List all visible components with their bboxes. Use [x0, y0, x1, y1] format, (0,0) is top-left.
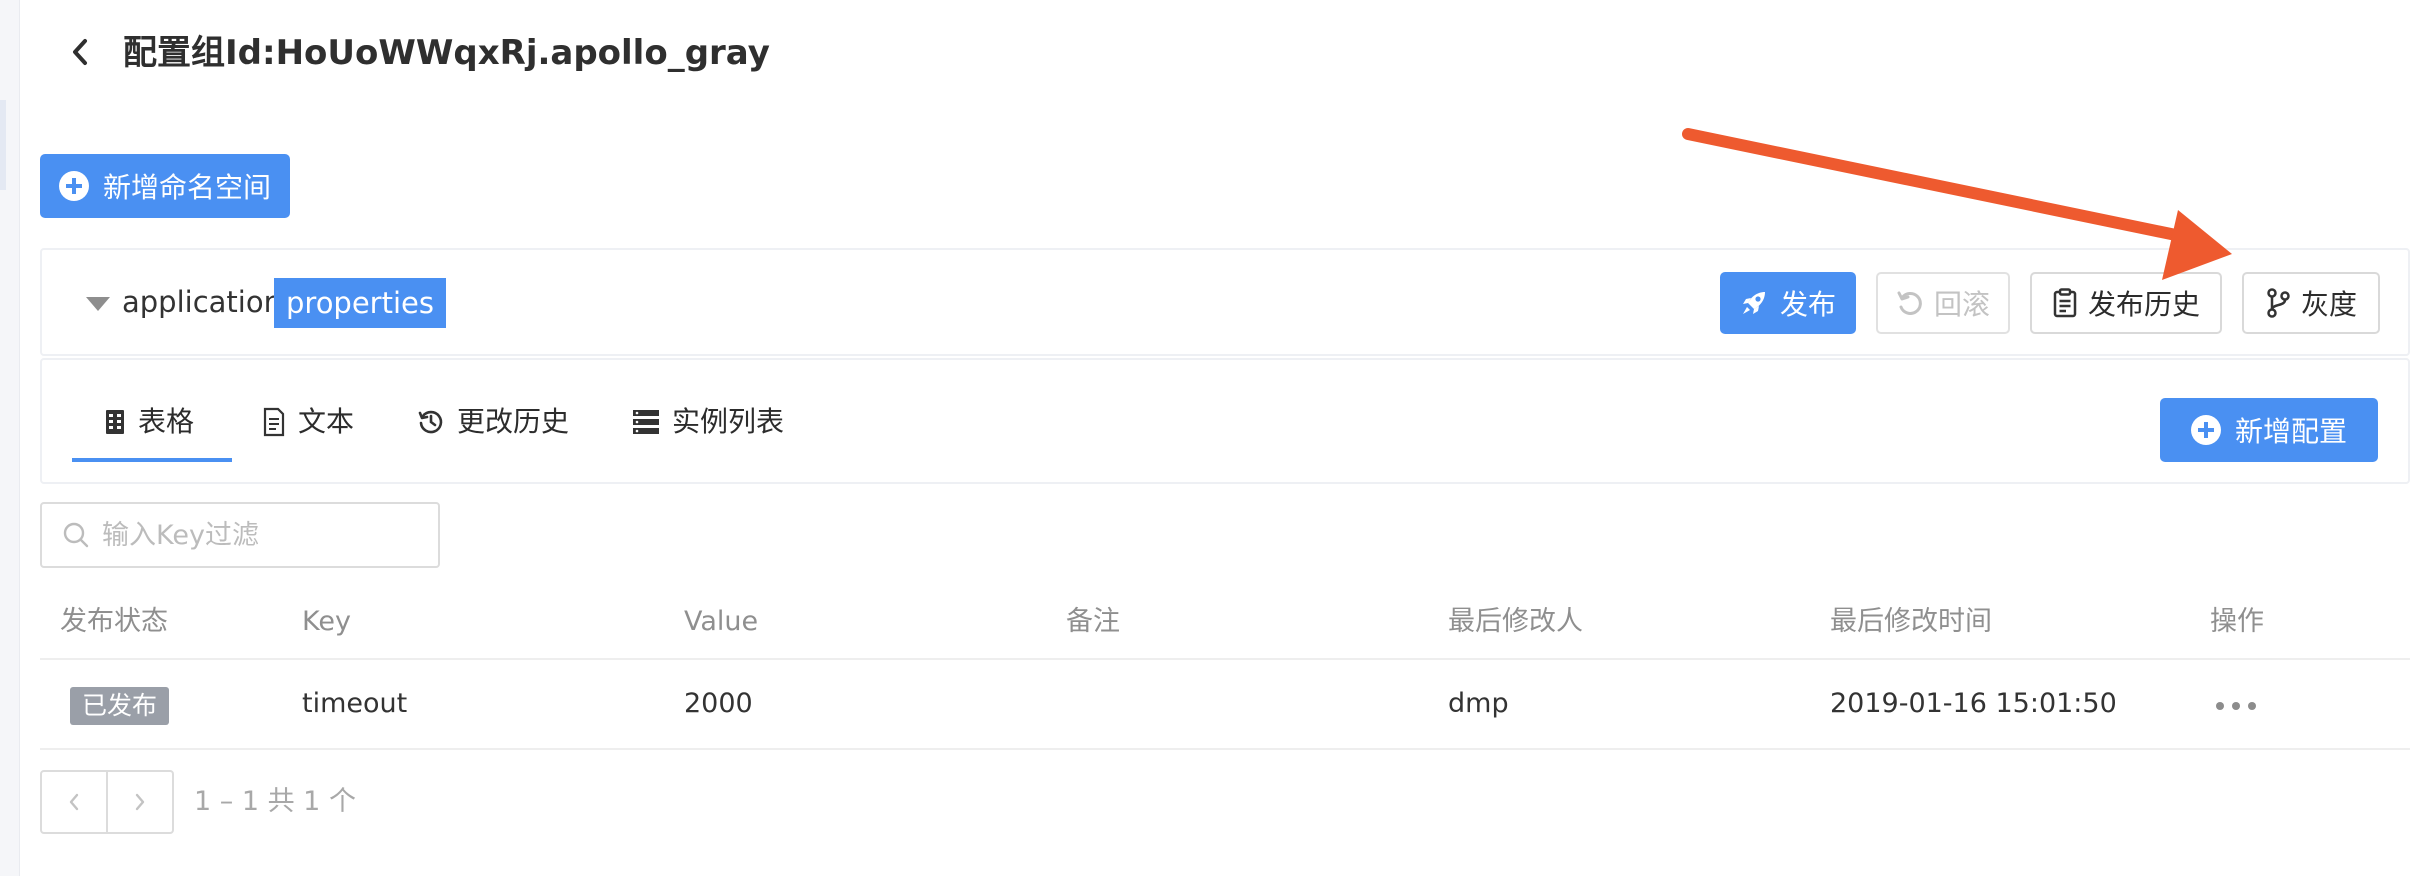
tab-change-history[interactable]: 更改历史	[417, 400, 569, 444]
rollback-label: 回滚	[1933, 288, 1990, 321]
namespace-tabs-panel: 表格 文本 更改历史 实例列表 新增配置	[40, 358, 2410, 484]
table-divider	[40, 658, 2410, 660]
sidebar-edge-indicator	[0, 100, 6, 190]
page-title: 配置组Id:HoUoWWqxRj.apollo_gray	[123, 33, 770, 73]
publish-history-button[interactable]: 发布历史	[2030, 272, 2222, 334]
add-namespace-button[interactable]: 新增命名空间	[40, 154, 290, 218]
server-list-icon	[633, 410, 659, 434]
namespace-name: application	[122, 285, 282, 319]
column-header-comment: 备注	[1066, 606, 1120, 637]
column-header-key: Key	[302, 606, 351, 637]
namespace-header-panel: application properties 发布 回滚 发布历史 灰度	[40, 248, 2410, 356]
active-tab-indicator	[72, 458, 232, 462]
search-icon	[63, 522, 89, 548]
rocket-icon	[1742, 292, 1765, 314]
gray-release-label: 灰度	[2300, 288, 2357, 321]
column-header-operations: 操作	[2210, 606, 2264, 637]
key-filter-search	[40, 502, 440, 568]
gray-release-button[interactable]: 灰度	[2242, 272, 2380, 334]
more-actions-icon[interactable]	[2216, 696, 2256, 716]
rollback-button[interactable]: 回滚	[1876, 272, 2010, 334]
tab-instance-list[interactable]: 实例列表	[632, 400, 784, 444]
chevron-right-icon	[135, 793, 145, 811]
publish-button[interactable]: 发布	[1720, 272, 1856, 334]
chevron-left-icon	[73, 39, 87, 65]
publish-label: 发布	[1779, 288, 1836, 321]
column-header-modified-time: 最后修改时间	[1830, 606, 1992, 637]
table-divider	[40, 748, 2410, 750]
key-filter-input[interactable]	[102, 519, 422, 551]
tab-text-label: 文本	[298, 405, 355, 438]
status-badge: 已发布	[70, 687, 170, 725]
tab-text[interactable]: 文本	[262, 400, 354, 444]
document-icon	[263, 407, 285, 437]
back-button[interactable]	[62, 30, 98, 74]
cell-modified-time: 2019-01-16 15:01:50	[1830, 688, 2117, 719]
table-icon	[106, 410, 124, 434]
chevron-left-icon	[69, 793, 79, 811]
column-header-modifier: 最后修改人	[1448, 606, 1583, 637]
add-namespace-label: 新增命名空间	[102, 171, 271, 204]
plus-circle-icon	[58, 171, 89, 201]
caret-down-icon[interactable]	[86, 297, 110, 311]
clipboard-icon	[2053, 288, 2077, 318]
tab-change-history-label: 更改历史	[457, 405, 570, 438]
history-icon	[418, 410, 443, 434]
plus-circle-icon	[2190, 415, 2221, 445]
tab-instance-list-label: 实例列表	[672, 405, 785, 438]
column-header-value: Value	[684, 606, 759, 637]
tab-table-label: 表格	[138, 405, 195, 438]
tab-table[interactable]: 表格	[104, 400, 194, 444]
pagination	[40, 770, 174, 834]
add-config-label: 新增配置	[2234, 415, 2347, 448]
pagination-summary: 1 – 1 共 1 个	[194, 786, 356, 817]
branch-icon	[2267, 288, 2290, 318]
previous-page-button[interactable]	[42, 772, 106, 832]
cell-key: timeout	[302, 688, 408, 719]
cell-modifier: dmp	[1448, 688, 1509, 719]
next-page-button[interactable]	[106, 772, 172, 832]
cell-value: 2000	[684, 688, 753, 719]
namespace-format-badge: properties	[274, 278, 446, 328]
left-sidebar-edge	[0, 0, 20, 876]
add-config-button[interactable]: 新增配置	[2160, 398, 2378, 462]
column-header-status: 发布状态	[60, 606, 168, 637]
publish-history-label: 发布历史	[2087, 288, 2200, 321]
page: 配置组Id:HoUoWWqxRj.apollo_gray 新增命名空间 appl…	[0, 0, 2418, 876]
undo-icon	[1897, 291, 1922, 315]
